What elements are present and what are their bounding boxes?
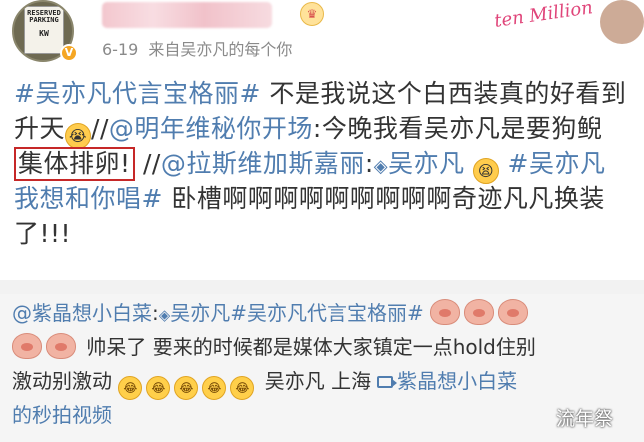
repost-line: 帅呆了 要来的时候都是媒体大家镇定一点hold住别 [12,332,638,366]
parking-sign-image: RESERVED PARKING KW [24,6,64,54]
topic-link-continued[interactable]: 我想和你唱# [14,184,163,213]
brand-overlay: ten Million [470,0,644,44]
topic-link[interactable]: #吴亦凡 [508,149,606,178]
user-link[interactable]: 吴亦凡 [388,149,465,178]
user-link[interactable]: 吴亦凡 [170,301,230,325]
blurred-username[interactable] [102,2,272,28]
post-line: 升天 😭//@明年维秘你开场:今晚我看吴亦凡是要狗鲵 [14,111,638,149]
post-date: 6-19 [102,40,139,59]
brand-overlay-image [600,0,644,44]
post-body: #吴亦凡代言宝格丽# 不是我说这个白西装真的好看到 升天 😭//@明年维秘你开场:… [14,76,638,251]
post-line: 了!!! [14,219,72,248]
repost-line: 激动别激动 😂 😂 😂 😂 😂 吴亦凡 上海 紫晶想小白菜 [12,366,638,400]
repost-line: @紫晶想小白菜:◈吴亦凡#吴亦凡代言宝格丽# [12,298,638,332]
repost-body: @紫晶想小白菜:◈吴亦凡#吴亦凡代言宝格丽# 帅呆了 要来的时候都是媒体大家镇定… [12,298,638,434]
laugh-cry-emoji-icon: 😂 [118,376,143,400]
post-line: 我想和你唱# 卧槽啊啊啊啊啊啊啊啊啊奇迹凡凡换装 [14,184,605,213]
pig-emoji-icon [430,299,461,325]
highlighted-phrase: 集体排卵! [14,147,135,181]
brand-overlay-text: ten Million [493,0,595,32]
laugh-cry-emoji-icon: 😂 [146,376,171,400]
pig-emoji-icon [498,299,529,325]
user-link-icon[interactable]: ◈ [374,156,388,177]
topic-link[interactable]: #吴亦凡代言宝格丽# [14,79,261,108]
post-header: RESERVED PARKING KW V ♛ 6-19 来自吴亦凡的每个你 te… [0,0,644,70]
pig-emoji-icon [12,333,42,359]
member-badge-icon: ♛ [300,2,324,26]
laugh-cry-emoji-icon: 😂 [202,376,227,400]
user-link-icon[interactable]: ◈ [159,306,171,324]
watermark: 流年祭 [556,408,614,430]
repost-line: 的秒拍视频 [12,400,638,434]
laugh-cry-emoji-icon: 😂 [230,376,255,400]
verified-badge-icon: V [60,44,78,62]
post-source[interactable]: 来自吴亦凡的每个你 [148,40,292,59]
mention-link[interactable]: @紫晶想小白菜 [12,301,152,325]
topic-link[interactable]: #吴亦凡代言宝格丽# [230,301,424,325]
post-meta: 6-19 来自吴亦凡的每个你 [102,36,302,60]
pig-emoji-icon [464,299,495,325]
video-link-continued[interactable]: 的秒拍视频 [12,403,112,427]
post-line: #吴亦凡代言宝格丽# 不是我说这个白西装真的好看到 [14,79,627,108]
post-line: 集体排卵! //@拉斯维加斯嘉丽:◈吴亦凡 😫 #吴亦凡 [14,146,638,184]
section-divider [0,280,644,294]
location-text: 吴亦凡 上海 [264,369,372,393]
video-link[interactable]: 紫晶想小白菜 [397,369,517,393]
pig-emoji-icon [46,333,76,359]
mention-link[interactable]: @明年维秘你开场 [109,114,313,143]
video-icon [377,376,398,388]
mention-link[interactable]: @拉斯维加斯嘉丽 [161,149,365,178]
laugh-cry-emoji-icon: 😂 [174,376,199,400]
repost-block[interactable]: @紫晶想小白菜:◈吴亦凡#吴亦凡代言宝格丽# 帅呆了 要来的时候都是媒体大家镇定… [0,294,644,442]
